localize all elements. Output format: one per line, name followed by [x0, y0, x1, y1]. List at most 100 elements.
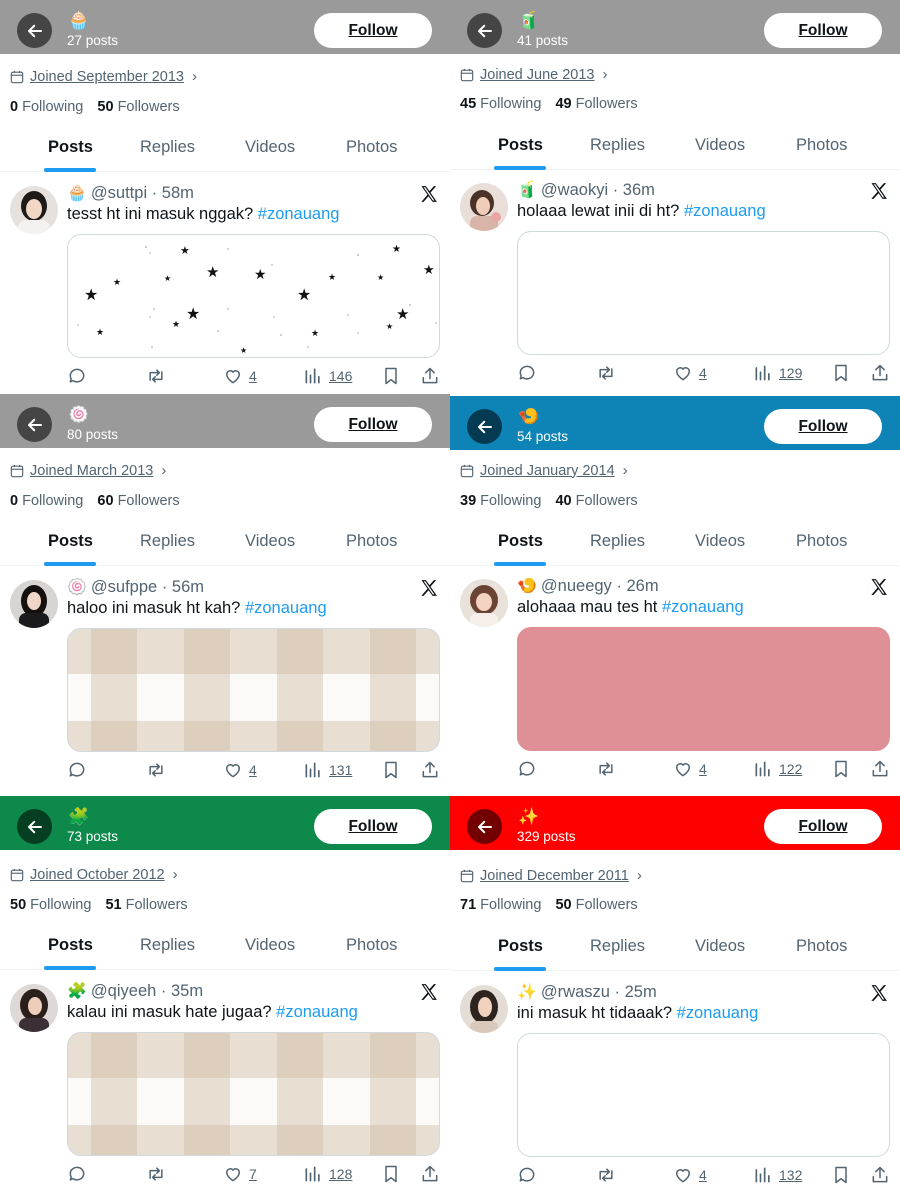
bookmark-button[interactable]: [831, 363, 851, 383]
followers-label[interactable]: Followers: [126, 897, 188, 913]
joined-date-link[interactable]: Joined March 2013 ›: [10, 462, 166, 479]
tab-posts[interactable]: Posts: [48, 138, 93, 157]
share-button[interactable]: [870, 759, 890, 779]
tab-photos[interactable]: Photos: [796, 136, 847, 155]
back-button[interactable]: [17, 809, 52, 844]
reply-button[interactable]: [67, 760, 87, 780]
following-label[interactable]: Following: [480, 493, 541, 509]
tweet-handle[interactable]: @nueegy: [541, 577, 612, 595]
back-button[interactable]: [467, 809, 502, 844]
like-button[interactable]: 4: [673, 363, 707, 383]
follow-button[interactable]: Follow: [764, 809, 882, 844]
tweet-handle[interactable]: @suttpi: [91, 184, 147, 202]
tab-replies[interactable]: Replies: [140, 532, 195, 551]
tweet[interactable]: 🧃 @waokyi · 36m holaaa lewat inii di ht? …: [450, 170, 900, 393]
back-button[interactable]: [17, 407, 52, 442]
share-button[interactable]: [420, 760, 440, 780]
following-label[interactable]: Following: [22, 493, 83, 509]
followers-label[interactable]: Followers: [576, 96, 638, 112]
tab-posts[interactable]: Posts: [48, 936, 93, 955]
hashtag-link[interactable]: #zonauang: [677, 1004, 759, 1022]
tab-posts[interactable]: Posts: [498, 532, 543, 551]
joined-date-link[interactable]: Joined October 2012 ›: [10, 866, 178, 883]
tab-videos[interactable]: Videos: [245, 936, 295, 955]
tab-photos[interactable]: Photos: [346, 138, 397, 157]
tweet-time[interactable]: 58m: [162, 184, 194, 202]
tab-replies[interactable]: Replies: [590, 937, 645, 956]
tweet-handle[interactable]: @sufppe: [91, 578, 157, 596]
hashtag-link[interactable]: #zonauang: [258, 205, 340, 223]
tab-photos[interactable]: Photos: [796, 937, 847, 956]
tab-videos[interactable]: Videos: [245, 532, 295, 551]
like-button[interactable]: 7: [223, 1164, 257, 1184]
x-logo-icon[interactable]: [869, 181, 889, 201]
tweet-handle[interactable]: @waokyi: [541, 181, 608, 199]
avatar[interactable]: [10, 186, 58, 234]
back-button[interactable]: [467, 13, 502, 48]
tweet-media[interactable]: [517, 627, 890, 751]
like-button[interactable]: 4: [223, 366, 257, 386]
tweet-time[interactable]: 36m: [623, 181, 655, 199]
share-button[interactable]: [420, 1164, 440, 1184]
tab-photos[interactable]: Photos: [796, 532, 847, 551]
hashtag-link[interactable]: #zonauang: [684, 202, 766, 220]
tab-posts[interactable]: Posts: [48, 532, 93, 551]
repost-button[interactable]: [146, 1164, 166, 1184]
following-label[interactable]: Following: [480, 897, 541, 913]
x-logo-icon[interactable]: [419, 578, 439, 598]
x-logo-icon[interactable]: [419, 982, 439, 1002]
follow-button[interactable]: Follow: [314, 809, 432, 844]
bookmark-button[interactable]: [831, 1165, 851, 1185]
x-logo-icon[interactable]: [869, 983, 889, 1003]
like-button[interactable]: 4: [673, 759, 707, 779]
tweet-media[interactable]: [517, 231, 890, 355]
tweet[interactable]: 🧩 @qiyeeh · 35m kalau ini masuk hate juga…: [0, 971, 450, 1194]
bookmark-button[interactable]: [831, 759, 851, 779]
avatar[interactable]: [460, 183, 508, 231]
tweet[interactable]: ✨ @rwaszu · 25m ini masuk ht tidaaak? #zo…: [450, 972, 900, 1195]
bookmark-button[interactable]: [381, 366, 401, 386]
repost-button[interactable]: [596, 759, 616, 779]
tweet-time[interactable]: 25m: [625, 983, 657, 1001]
avatar[interactable]: [460, 579, 508, 627]
x-logo-icon[interactable]: [869, 577, 889, 597]
follow-button[interactable]: Follow: [764, 13, 882, 48]
tab-replies[interactable]: Replies: [590, 136, 645, 155]
tab-videos[interactable]: Videos: [695, 532, 745, 551]
joined-date-link[interactable]: Joined June 2013 ›: [460, 66, 608, 83]
reply-button[interactable]: [67, 1164, 87, 1184]
tab-videos[interactable]: Videos: [695, 937, 745, 956]
followers-label[interactable]: Followers: [576, 897, 638, 913]
tab-replies[interactable]: Replies: [140, 138, 195, 157]
bookmark-button[interactable]: [381, 1164, 401, 1184]
hashtag-link[interactable]: #zonauang: [662, 598, 744, 616]
tweet-time[interactable]: 35m: [171, 982, 203, 1000]
tab-posts[interactable]: Posts: [498, 937, 543, 956]
following-label[interactable]: Following: [22, 99, 83, 115]
tab-replies[interactable]: Replies: [590, 532, 645, 551]
tab-videos[interactable]: Videos: [695, 136, 745, 155]
tweet[interactable]: 🍥 @sufppe · 56m haloo ini masuk ht kah? #…: [0, 567, 450, 790]
like-button[interactable]: 4: [223, 760, 257, 780]
following-label[interactable]: Following: [30, 897, 91, 913]
tweet[interactable]: 🧁 @suttpi · 58m tesst ht ini masuk nggak?…: [0, 173, 450, 396]
tab-photos[interactable]: Photos: [346, 936, 397, 955]
followers-label[interactable]: Followers: [576, 493, 638, 509]
reply-button[interactable]: [517, 759, 537, 779]
tweet-time[interactable]: 26m: [627, 577, 659, 595]
reply-button[interactable]: [67, 366, 87, 386]
follow-button[interactable]: Follow: [764, 409, 882, 444]
tweet-media[interactable]: [517, 1033, 890, 1157]
tweet-handle[interactable]: @qiyeeh: [91, 982, 156, 1000]
like-button[interactable]: 4: [673, 1165, 707, 1185]
share-button[interactable]: [870, 363, 890, 383]
repost-button[interactable]: [596, 363, 616, 383]
tweet-handle[interactable]: @rwaszu: [541, 983, 610, 1001]
tab-posts[interactable]: Posts: [498, 136, 543, 155]
joined-date-link[interactable]: Joined September 2013 ›: [10, 68, 197, 85]
views-button[interactable]: 128: [303, 1164, 352, 1184]
share-button[interactable]: [420, 366, 440, 386]
joined-date-link[interactable]: Joined January 2014 ›: [460, 462, 628, 479]
tweet-media[interactable]: [67, 1032, 440, 1156]
reply-button[interactable]: [517, 363, 537, 383]
